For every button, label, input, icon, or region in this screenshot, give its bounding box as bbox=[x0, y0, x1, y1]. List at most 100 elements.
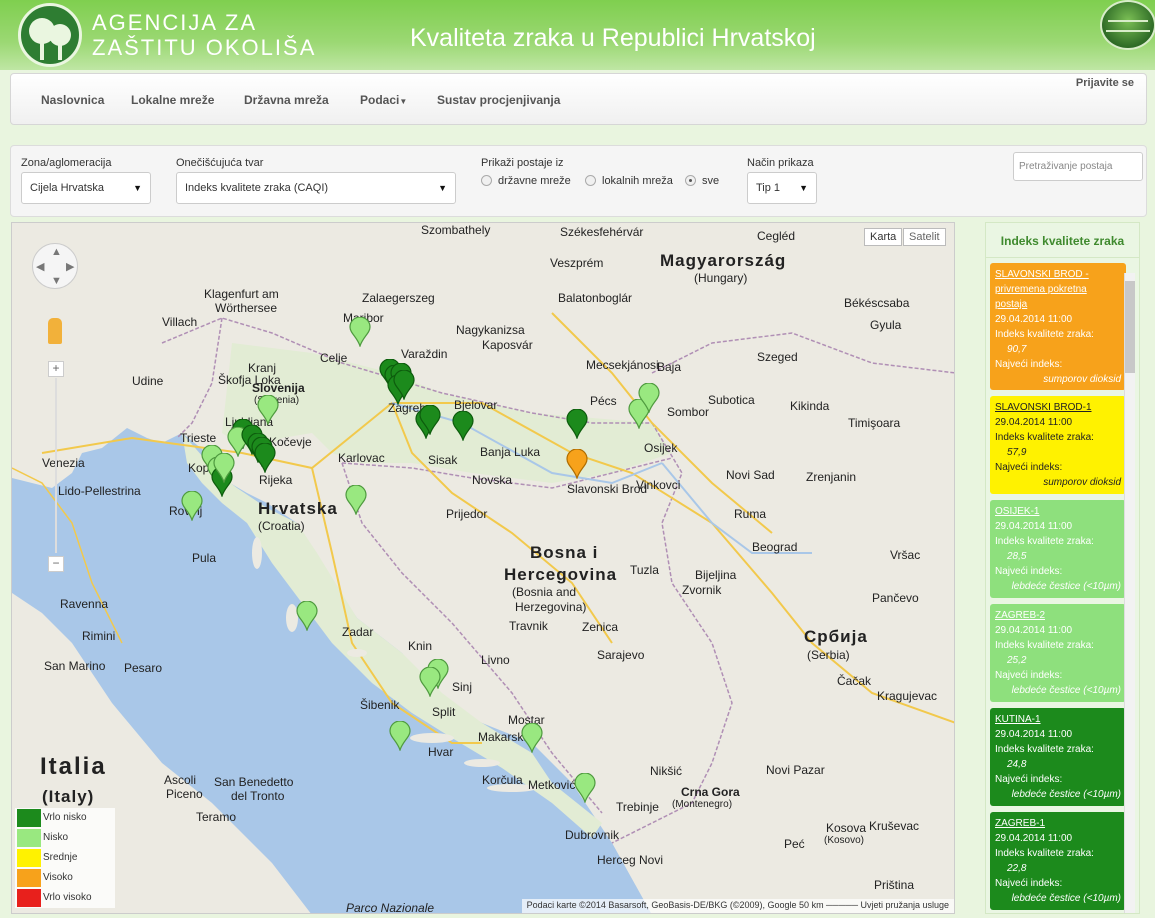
map-label: Slavonski Brod bbox=[567, 482, 648, 496]
pan-left-icon[interactable]: ◀ bbox=[36, 260, 44, 273]
map-label: Lido-Pellestrina bbox=[58, 484, 141, 498]
station-marker-icon[interactable] bbox=[452, 411, 474, 441]
radio-lokalnih-mreza[interactable]: lokalnih mreža bbox=[585, 175, 673, 187]
max-index-label: Najveći indeks: bbox=[995, 359, 1063, 370]
legend-swatch bbox=[17, 869, 41, 887]
map-label: Zadar bbox=[342, 625, 374, 639]
sidebar-scrollbar[interactable] bbox=[1124, 273, 1135, 913]
zone-label: Zona/aglomeracija bbox=[21, 157, 112, 169]
station-marker-icon[interactable] bbox=[257, 395, 279, 425]
scrollbar-thumb[interactable] bbox=[1125, 281, 1135, 373]
station-name-link[interactable]: SLAVONSKI BROD - privremena pokretna pos… bbox=[995, 267, 1121, 312]
pollutant-select-value: Indeks kvalitete zraka (CAQI) bbox=[185, 182, 329, 194]
map-label: Pesaro bbox=[124, 661, 163, 675]
station-marker-icon[interactable] bbox=[638, 383, 660, 413]
station-card[interactable]: ZAGREB-1 29.04.2014 11:00 Indeks kvalitete… bbox=[990, 812, 1126, 910]
agency-name[interactable]: AGENCIJA ZA ZAŠTITU OKOLIŠA bbox=[92, 10, 316, 60]
station-marker-icon[interactable] bbox=[566, 449, 588, 479]
map-label: Peć bbox=[784, 837, 805, 851]
station-name-link[interactable]: OSIJEK-1 bbox=[995, 504, 1121, 519]
station-card[interactable]: OSIJEK-1 29.04.2014 11:00 Indeks kvalitete… bbox=[990, 500, 1126, 598]
map-label: Zalaegerszeg bbox=[362, 291, 435, 305]
login-link[interactable]: Prijavite se bbox=[1076, 77, 1134, 89]
map-label: Varaždin bbox=[401, 347, 448, 361]
station-marker-icon[interactable] bbox=[393, 370, 415, 400]
station-search-input[interactable]: Pretraživanje postaja bbox=[1013, 152, 1143, 181]
station-marker-icon[interactable] bbox=[181, 491, 203, 521]
station-card[interactable]: KUTINA-1 29.04.2014 11:00 Indeks kvalitete… bbox=[990, 708, 1126, 806]
station-name-link[interactable]: SLAVONSKI BROD-1 bbox=[995, 400, 1121, 415]
air-quality-map[interactable]: Magyarország (Hungary) Hrvatska (Croatia… bbox=[11, 222, 955, 914]
map-label: Cegléd bbox=[757, 229, 796, 243]
pan-down-icon[interactable]: ▼ bbox=[51, 275, 62, 287]
station-marker-icon[interactable] bbox=[213, 453, 235, 483]
map-pan-control[interactable]: ▲ ▼ ◀ ▶ bbox=[32, 243, 78, 289]
radio-sve[interactable]: sve bbox=[685, 175, 719, 187]
map-label: Zenica bbox=[582, 620, 619, 634]
map-label: Osijek bbox=[644, 441, 678, 455]
station-marker-icon[interactable] bbox=[574, 773, 596, 803]
map-label: Italia bbox=[40, 753, 107, 780]
station-marker-icon[interactable] bbox=[254, 443, 276, 473]
map-label: Ascoli bbox=[164, 773, 197, 787]
nav-naslovnica[interactable]: Naslovnica bbox=[41, 93, 104, 107]
pan-up-icon[interactable]: ▲ bbox=[51, 246, 62, 258]
zoom-slider-track[interactable] bbox=[55, 378, 57, 553]
map-label: Ruma bbox=[734, 507, 767, 521]
station-card[interactable]: SLAVONSKI BROD-1 29.04.2014 11:00 Indeks k… bbox=[990, 396, 1126, 494]
max-index-value: lebdeće čestice (<10µm) bbox=[1011, 789, 1121, 800]
nav-drzavna-mreza[interactable]: Državna mreža bbox=[244, 93, 329, 107]
station-card[interactable]: ZAGREB-2 29.04.2014 11:00 Indeks kvalitete… bbox=[990, 604, 1126, 702]
map-label: Piceno bbox=[166, 787, 203, 801]
pollutant-label: Onečišćujuća tvar bbox=[176, 157, 264, 169]
agency-logo-icon[interactable] bbox=[18, 3, 82, 67]
zoom-in-button[interactable]: + bbox=[48, 361, 64, 377]
map-label: Dubrovnik bbox=[565, 828, 620, 842]
display-select[interactable]: Tip 1 ▼ bbox=[747, 172, 817, 204]
display-label: Način prikaza bbox=[747, 157, 814, 169]
map-label: Subotica bbox=[708, 393, 755, 407]
map-label: Békéscsaba bbox=[844, 296, 910, 310]
dropdown-arrow-icon: ▼ bbox=[133, 183, 142, 193]
station-marker-icon[interactable] bbox=[521, 723, 543, 753]
station-marker-icon[interactable] bbox=[419, 667, 441, 697]
pan-right-icon[interactable]: ▶ bbox=[66, 260, 74, 273]
station-name-link[interactable]: ZAGREB-2 bbox=[995, 608, 1121, 623]
street-view-pegman-icon[interactable] bbox=[48, 318, 62, 344]
station-marker-icon[interactable] bbox=[349, 317, 371, 347]
pollutant-select[interactable]: Indeks kvalitete zraka (CAQI) ▼ bbox=[176, 172, 456, 204]
map-label: (Kosovo) bbox=[824, 835, 865, 846]
station-marker-icon[interactable] bbox=[345, 485, 367, 515]
station-name-link[interactable]: ZAGREB-1 bbox=[995, 816, 1121, 831]
station-name-link[interactable]: KUTINA-1 bbox=[995, 712, 1121, 727]
map-credits[interactable]: Podaci karte ©2014 Basarsoft, GeoBasis-D… bbox=[521, 899, 954, 913]
legend-item: Visoko bbox=[15, 868, 115, 888]
legend-swatch bbox=[17, 809, 41, 827]
page-title: Kvaliteta zraka u Republici Hrvatskoj bbox=[410, 24, 816, 52]
zone-select[interactable]: Cijela Hrvatska ▼ bbox=[21, 172, 151, 204]
station-marker-icon[interactable] bbox=[389, 721, 411, 751]
nav-sustav-procjenjivanja[interactable]: Sustav procjenjivanja bbox=[437, 93, 560, 107]
station-card[interactable]: SLAVONSKI BROD - privremena pokretna pos… bbox=[990, 263, 1126, 390]
station-marker-icon[interactable] bbox=[566, 409, 588, 439]
station-marker-icon[interactable] bbox=[296, 601, 318, 631]
index-label: Indeks kvalitete zraka: bbox=[995, 848, 1094, 859]
legend-swatch bbox=[17, 829, 41, 847]
map-label: (Hungary) bbox=[694, 271, 748, 285]
station-marker-icon[interactable] bbox=[419, 405, 441, 435]
index-label: Indeks kvalitete zraka: bbox=[995, 432, 1094, 443]
nav-lokalne-mreze[interactable]: Lokalne mreže bbox=[131, 93, 214, 107]
zoom-out-button[interactable]: − bbox=[48, 556, 64, 572]
map-label: Србија bbox=[804, 627, 868, 646]
dropdown-arrow-icon: ▼ bbox=[799, 183, 808, 193]
nav-podaci[interactable]: Podaci▼ bbox=[360, 93, 407, 107]
stations-label: Prikaži postaje iz bbox=[481, 157, 564, 169]
max-index-value: sumporov dioksid bbox=[1043, 374, 1121, 385]
radio-drzavne-mreze[interactable]: državne mreže bbox=[481, 175, 571, 187]
map-label: Nagykanizsa bbox=[456, 323, 525, 337]
map-label: Villach bbox=[162, 315, 198, 329]
map-type-karta-button[interactable]: Karta bbox=[864, 228, 903, 246]
globe-icon bbox=[1100, 0, 1155, 50]
map-legend: Vrlo nisko Nisko Srednje Visoko Vrlo vis… bbox=[15, 808, 115, 908]
map-type-satelit-button[interactable]: Satelit bbox=[903, 228, 946, 246]
